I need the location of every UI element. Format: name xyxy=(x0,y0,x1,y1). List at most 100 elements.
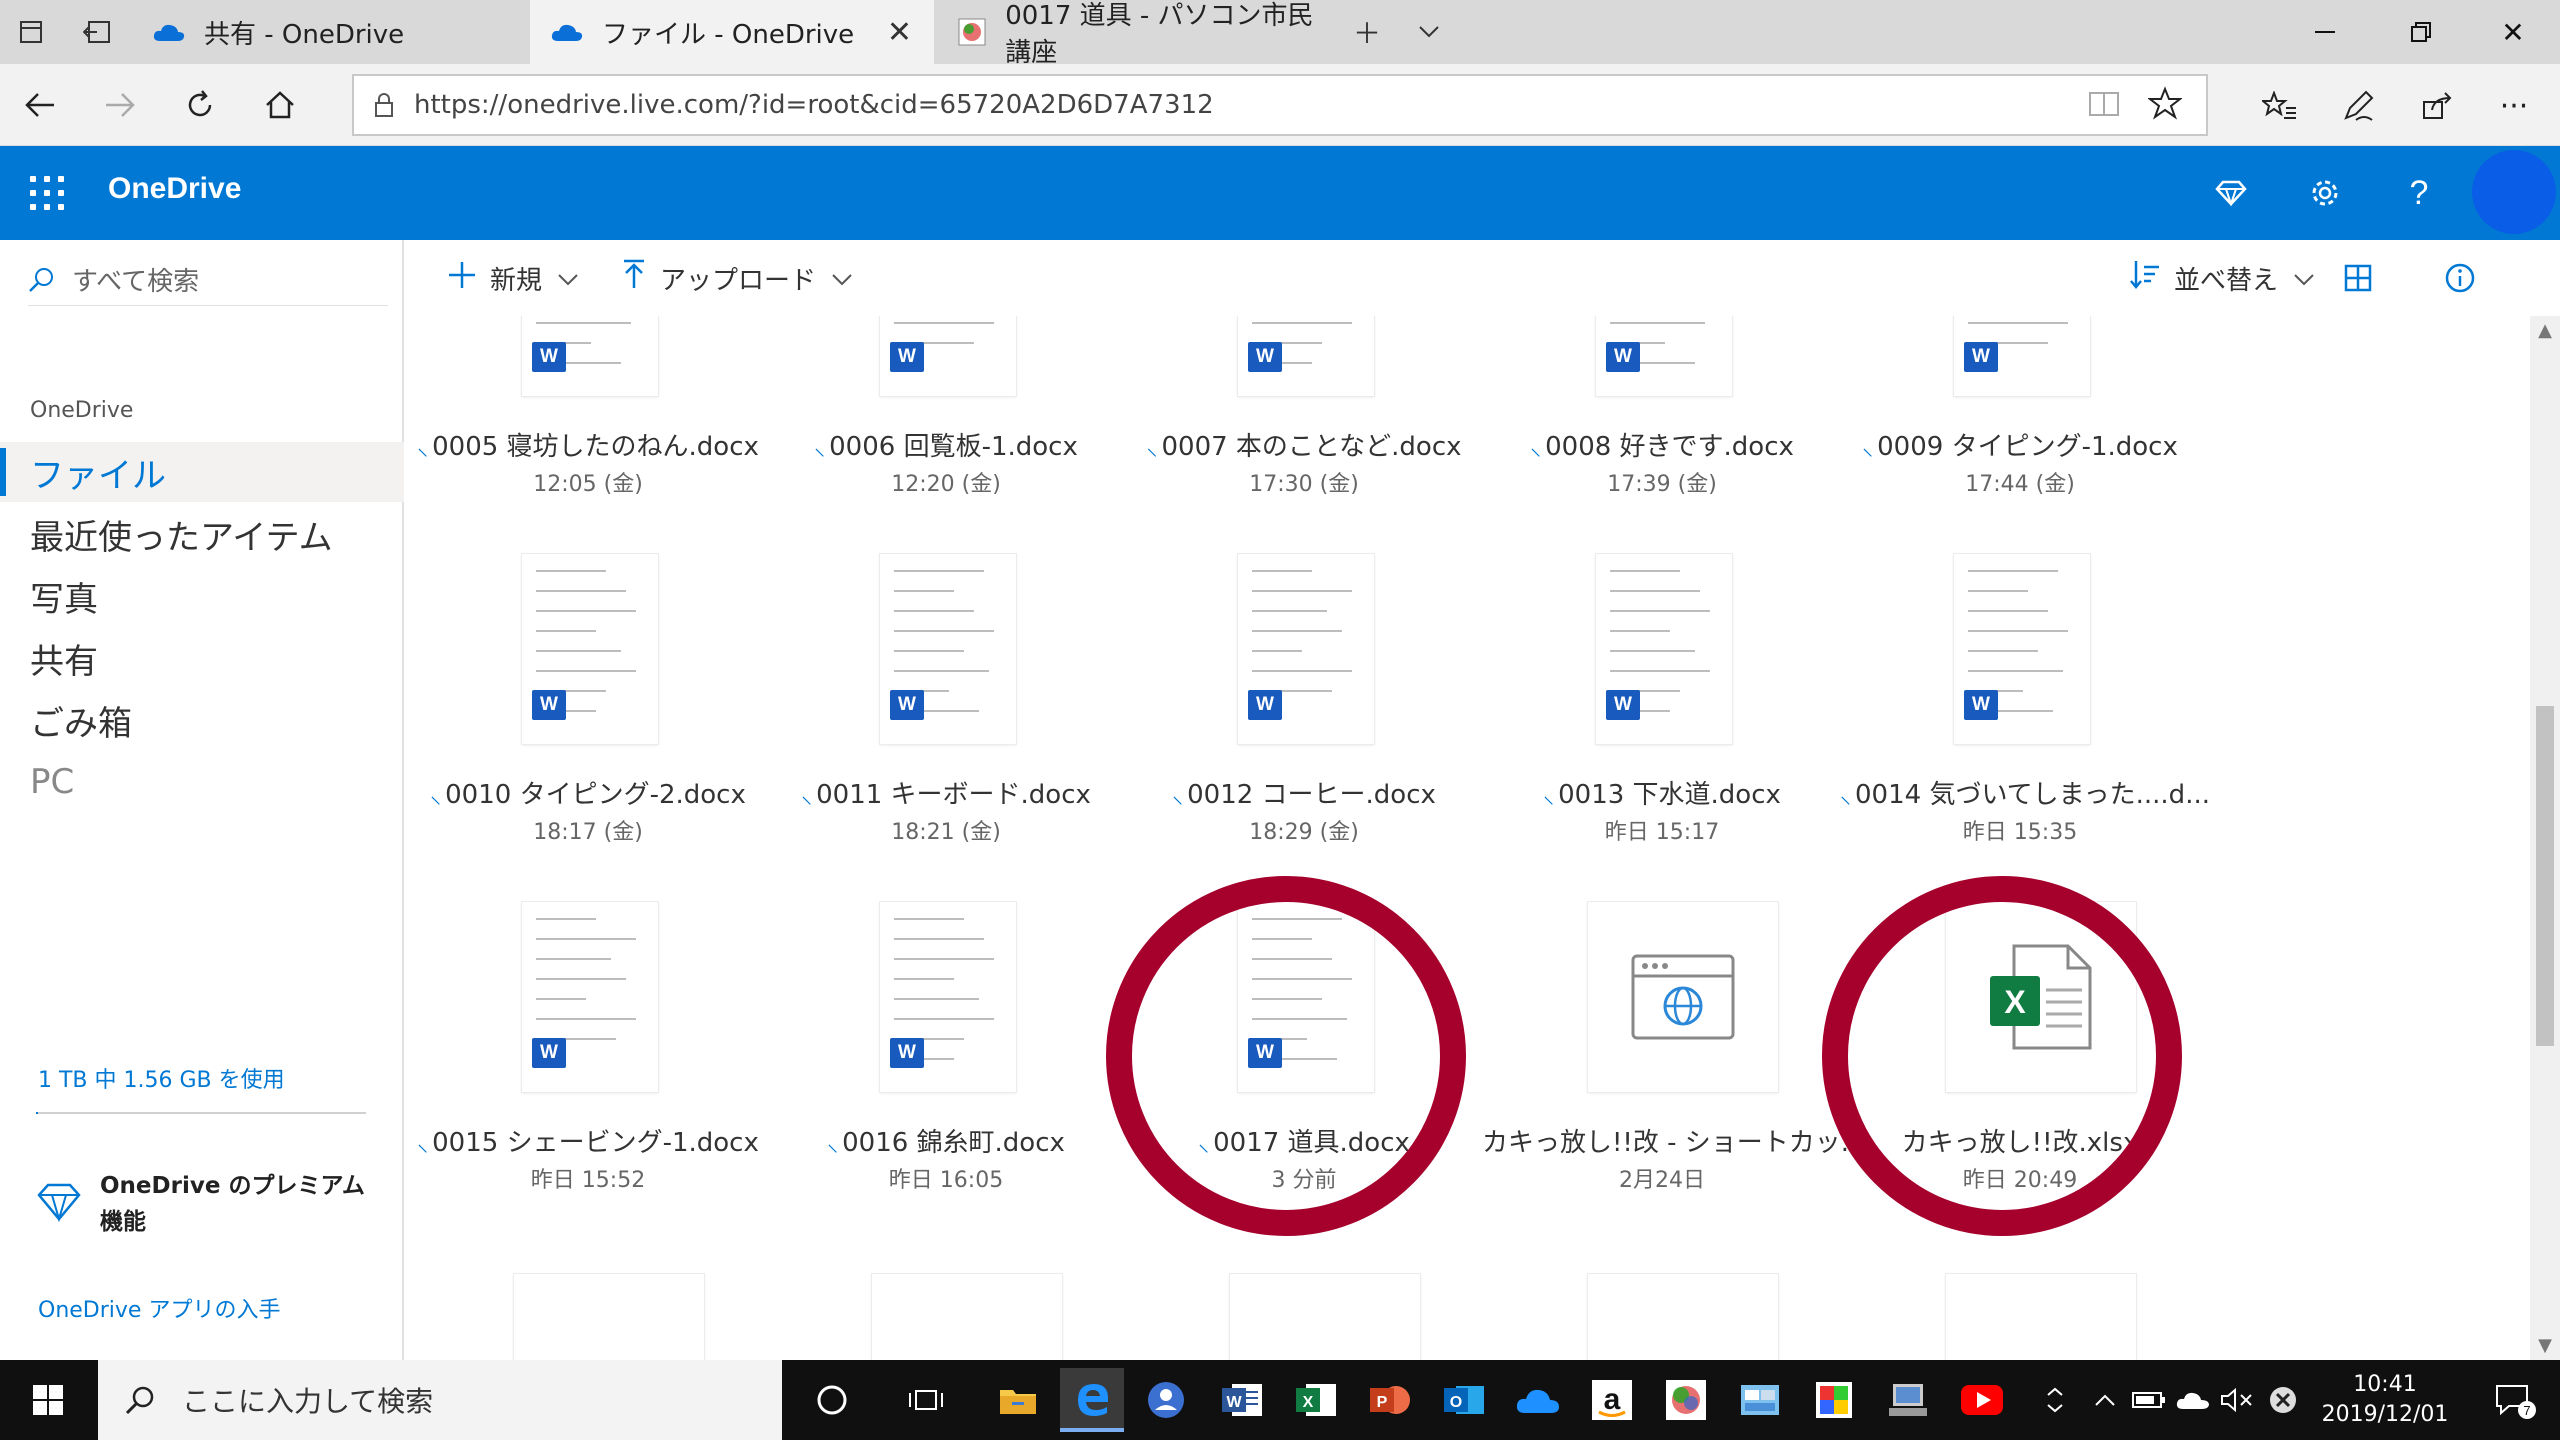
file-tile[interactable]: W ⸜ 0015 シェービング-1.docx 昨日 15:52 xyxy=(408,892,759,1232)
tab-list-chevron-icon[interactable] xyxy=(1398,0,1460,64)
share-icon[interactable] xyxy=(2410,78,2466,134)
help-question-icon[interactable]: ? xyxy=(2392,166,2446,220)
onedrive-tray-cloud-icon[interactable] xyxy=(2168,1360,2218,1440)
get-app-link[interactable]: OneDrive アプリの入手 xyxy=(38,1292,280,1324)
reading-view-icon[interactable] xyxy=(2088,90,2120,122)
file-thumbnail-partial[interactable] xyxy=(872,1274,1062,1360)
refresh-icon[interactable] xyxy=(160,64,240,146)
file-thumbnail-partial[interactable] xyxy=(514,1274,704,1360)
app-launcher-icon[interactable] xyxy=(24,170,70,216)
file-thumbnail-partial[interactable] xyxy=(1588,1274,1778,1360)
favorites-list-icon[interactable] xyxy=(2252,78,2308,134)
home-icon[interactable] xyxy=(240,64,320,146)
people-icon[interactable] xyxy=(1134,1368,1198,1432)
battery-icon[interactable] xyxy=(2124,1360,2174,1440)
control-panel-icon[interactable] xyxy=(1728,1368,1792,1432)
app-title[interactable]: OneDrive xyxy=(108,172,241,206)
scroll-down-icon[interactable]: ▼ xyxy=(2530,1335,2560,1356)
task-view-icon[interactable] xyxy=(894,1368,958,1432)
scroll-up-icon[interactable]: ▲ xyxy=(2530,320,2560,341)
file-name[interactable]: ⸜ 0012 コーヒー.docx xyxy=(1124,774,1484,811)
nav-item-recycle-bin[interactable]: ごみ箱 xyxy=(0,690,404,750)
info-pane-icon[interactable] xyxy=(2444,240,2476,316)
scrollbar[interactable]: ▲ ▼ xyxy=(2530,316,2560,1360)
file-name[interactable]: ⸜ 0015 シェービング-1.docx xyxy=(408,1122,768,1159)
outlook-app-icon[interactable]: O xyxy=(1432,1368,1496,1432)
forward-arrow-icon[interactable] xyxy=(80,64,160,146)
pen-notes-icon[interactable] xyxy=(2330,78,2386,134)
file-tile[interactable]: カキっ放し!!改 - ショートカッ... 2月24日 xyxy=(1482,892,1866,1232)
file-tile[interactable]: W ⸜ 0011 キーボード.docx 18:21 (金) xyxy=(766,544,1096,884)
file-tile[interactable]: W ⸜ 0014 気づいてしまった....d... 昨日 15:35 xyxy=(1840,544,2210,884)
powerpoint-app-icon[interactable]: P xyxy=(1358,1368,1422,1432)
new-tab-icon[interactable]: ＋ xyxy=(1336,0,1398,64)
nav-item-pc[interactable]: PC xyxy=(0,752,404,812)
minimize-icon[interactable] xyxy=(2278,0,2372,64)
scrollbar-thumb[interactable] xyxy=(2536,706,2554,1046)
nav-item-recent[interactable]: 最近使ったアイテム xyxy=(0,504,404,564)
tray-overflow-icon[interactable] xyxy=(2040,1360,2070,1440)
paint-app-icon[interactable] xyxy=(1654,1368,1718,1432)
excel-app-icon[interactable]: X xyxy=(1284,1368,1348,1432)
tab-shared[interactable]: 共有 - OneDrive xyxy=(132,0,528,64)
file-name[interactable]: ⸜ 0006 回覧板-1.docx xyxy=(766,426,1126,463)
file-tile[interactable]: W ⸜ 0013 下水道.docx 昨日 15:17 xyxy=(1482,544,1812,884)
windows-start-icon[interactable] xyxy=(0,1360,96,1440)
file-name[interactable]: カキっ放し!!改 - ショートカッ... xyxy=(1482,1122,1866,1159)
file-name[interactable]: ⸜ 0016 錦糸町.docx xyxy=(766,1122,1126,1159)
file-tile[interactable]: W ⸜ 0005 寝坊したのねん.docx 12:05 (金) xyxy=(408,316,759,536)
file-tile[interactable]: W ⸜ 0006 回覧板-1.docx 12:20 (金) xyxy=(766,316,1096,536)
file-thumbnail-partial[interactable] xyxy=(1946,1274,2136,1360)
file-name[interactable]: ⸜ 0011 キーボード.docx xyxy=(766,774,1126,811)
edge-browser-icon[interactable] xyxy=(1060,1368,1124,1432)
network-computer-icon[interactable] xyxy=(1876,1368,1940,1432)
file-name[interactable]: ⸜ 0010 タイピング-2.docx xyxy=(408,774,768,811)
file-name[interactable]: ⸜ 0007 本のことなど.docx xyxy=(1124,426,1484,463)
tab-files[interactable]: ファイル - OneDrive ✕ xyxy=(530,0,934,64)
file-thumbnail-partial[interactable] xyxy=(1230,1274,1420,1360)
file-name[interactable]: ⸜ 0014 気づいてしまった....d... xyxy=(1840,774,2210,811)
file-explorer-icon[interactable] xyxy=(986,1368,1050,1432)
view-tiles-icon[interactable] xyxy=(2344,240,2372,316)
close-window-icon[interactable]: ✕ xyxy=(2466,0,2560,64)
set-tabs-aside-icon[interactable] xyxy=(66,0,128,64)
file-tile[interactable]: W ⸜ 0012 コーヒー.docx 18:29 (金) xyxy=(1124,544,1454,884)
file-name[interactable]: ⸜ 0005 寝坊したのねん.docx xyxy=(408,426,768,463)
more-ellipsis-icon[interactable]: ··· xyxy=(2486,78,2542,134)
nav-item-photos[interactable]: 写真 xyxy=(0,566,404,626)
file-tile[interactable]: W ⸜ 0009 タイピング-1.docx 17:44 (金) xyxy=(1840,316,2178,536)
premium-diamond-icon[interactable] xyxy=(2204,166,2258,220)
file-tile[interactable]: W ⸜ 0007 本のことなど.docx 17:30 (金) xyxy=(1124,316,1462,536)
favorite-star-icon[interactable] xyxy=(2147,86,2183,124)
color-app-icon[interactable] xyxy=(1802,1368,1866,1432)
premium-features-link[interactable]: OneDrive のプレミアム 機能 xyxy=(36,1168,366,1240)
tab-manager-icon[interactable] xyxy=(0,0,62,64)
nav-item-shared[interactable]: 共有 xyxy=(0,628,404,688)
sort-button[interactable]: 並べ替え xyxy=(2130,240,2314,316)
tab-blog[interactable]: 0017 道具 - パソコン市民講座 xyxy=(936,0,1336,68)
upload-button[interactable]: アップロード xyxy=(622,240,852,316)
storage-usage-link[interactable]: 1 TB 中 1.56 GB を使用 xyxy=(38,1062,285,1094)
onedrive-app-icon[interactable] xyxy=(1506,1368,1570,1432)
new-button[interactable]: 新規 xyxy=(448,240,578,316)
file-tile[interactable]: W ⸜ 0016 錦糸町.docx 昨日 16:05 xyxy=(766,892,1096,1232)
account-avatar[interactable] xyxy=(2472,150,2556,234)
word-app-icon[interactable]: W xyxy=(1210,1368,1274,1432)
youtube-app-icon[interactable] xyxy=(1950,1368,2014,1432)
search-box[interactable]: すべて検索 xyxy=(28,254,388,306)
volume-muted-icon[interactable] xyxy=(2212,1360,2262,1440)
back-arrow-icon[interactable] xyxy=(0,64,80,146)
file-tile[interactable]: W ⸜ 0010 タイピング-2.docx 18:17 (金) xyxy=(408,544,746,884)
show-hidden-icons-chevron-icon[interactable] xyxy=(2080,1360,2130,1440)
close-tab-icon[interactable]: ✕ xyxy=(887,15,912,50)
action-center-icon[interactable]: 7 xyxy=(2470,1360,2560,1440)
taskbar-search-box[interactable]: ここに入力して検索 xyxy=(98,1360,782,1440)
cortana-circle-icon[interactable] xyxy=(800,1368,864,1432)
settings-gear-icon[interactable] xyxy=(2298,166,2352,220)
system-clock[interactable]: 10:41 2019/12/01 xyxy=(2300,1370,2470,1430)
file-tile[interactable]: W ⸜ 0008 好きです.docx 17:39 (金) xyxy=(1482,316,1812,536)
amazon-app-icon[interactable]: a xyxy=(1580,1368,1644,1432)
file-name[interactable]: ⸜ 0009 タイピング-1.docx xyxy=(1840,426,2200,463)
url-field[interactable]: https://onedrive.live.com/?id=root&cid=6… xyxy=(352,74,2208,136)
nav-item-files[interactable]: ファイル xyxy=(0,442,404,502)
